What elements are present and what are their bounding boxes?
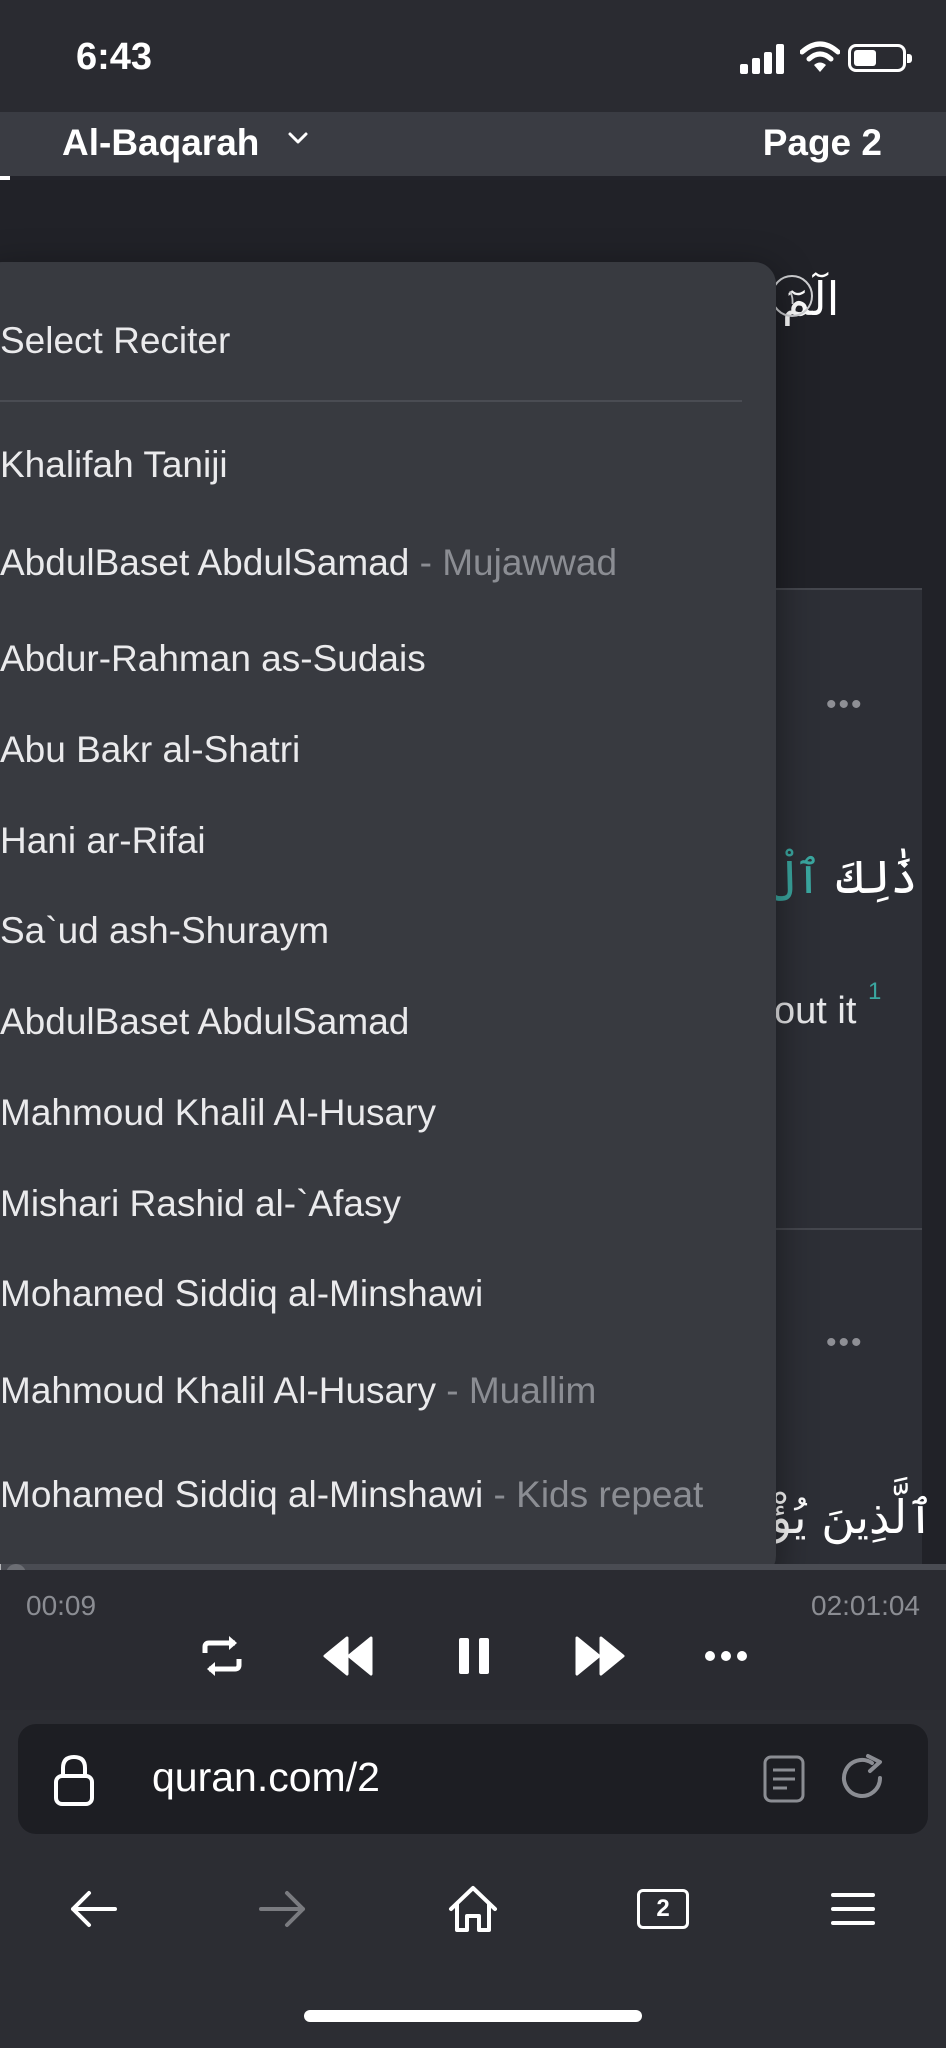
dropdown-title: Select Reciter — [0, 320, 231, 361]
battery-icon — [848, 44, 912, 72]
fast-forward-icon — [575, 1636, 625, 1676]
more-horizontal-icon — [705, 1651, 747, 1661]
chevron-down-icon[interactable] — [286, 126, 310, 150]
reciter-option[interactable]: Mahmoud Khalil Al-Husary — [0, 1092, 436, 1134]
arrow-right-icon — [259, 1891, 305, 1927]
lock-icon — [54, 1754, 94, 1806]
reciter-dropdown: Select Reciter Khalifah Taniji AbdulBase… — [0, 262, 776, 1578]
rewind-icon — [323, 1636, 373, 1676]
verse-card — [770, 590, 922, 1230]
reciter-option[interactable]: Abdur-Rahman as-Sudais — [0, 638, 426, 680]
reciter-option[interactable]: Mohamed Siddiq al-Minshawi — [0, 1273, 483, 1315]
pause-button[interactable] — [446, 1628, 502, 1684]
forward-button[interactable] — [572, 1628, 628, 1684]
time-total: 02:01:04 — [811, 1590, 920, 1621]
status-time: 6:43 — [76, 36, 153, 78]
menu-button[interactable] — [818, 1874, 888, 1944]
tabs-button[interactable]: 2 — [628, 1874, 698, 1944]
tab-count: 2 — [656, 1895, 670, 1922]
dropdown-divider — [0, 400, 742, 402]
reciter-option[interactable]: Mohamed Siddiq al-Minshawi - Kids repeat — [0, 1474, 703, 1516]
verse-3-arabic: ٱلَّذِينَ يُؤْ — [770, 1490, 935, 1544]
verse-2-translation: out it — [774, 990, 857, 1032]
reciter-option[interactable]: Khalifah Taniji — [0, 444, 228, 486]
home-indicator — [304, 2010, 642, 2022]
url-text[interactable]: quran.com/2 — [152, 1754, 380, 1801]
page-number: Page 2 — [762, 122, 882, 163]
verse-more-icon[interactable]: ••• — [826, 1326, 864, 1360]
reader-mode-icon[interactable] — [762, 1754, 806, 1804]
wifi-icon — [800, 41, 840, 72]
player-more-button[interactable] — [698, 1628, 754, 1684]
home-button[interactable] — [438, 1874, 508, 1944]
reciter-option[interactable]: Mahmoud Khalil Al-Husary - Muallim — [0, 1370, 596, 1412]
rewind-button[interactable] — [320, 1628, 376, 1684]
reciter-option[interactable]: AbdulBaset AbdulSamad - Mujawwad — [0, 542, 617, 584]
forward-nav-button[interactable] — [248, 1874, 318, 1944]
reciter-option[interactable]: Hani ar-Rifai — [0, 820, 206, 862]
time-elapsed: 00:09 — [26, 1590, 97, 1621]
svg-text:١: ١ — [787, 285, 798, 309]
pause-icon — [459, 1638, 489, 1674]
reciter-option[interactable]: Abu Bakr al-Shatri — [0, 729, 300, 771]
footnote-marker[interactable]: 1 — [868, 978, 881, 1006]
verse-2-arabic: ذَٰلِكَ ٱلْ — [768, 850, 918, 904]
tabs-icon: 2 — [637, 1889, 689, 1929]
verse-more-icon[interactable]: ••• — [826, 688, 864, 722]
signal-icon — [740, 44, 786, 74]
reciter-option[interactable]: Mishari Rashid al-`Afasy — [0, 1183, 401, 1225]
repeat-icon — [202, 1636, 242, 1676]
surah-header[interactable]: Al-Baqarah Page 2 — [0, 112, 946, 176]
reload-icon[interactable] — [838, 1752, 888, 1804]
reciter-option[interactable]: Sa`ud ash-Shuraym — [0, 910, 329, 952]
audio-player: 00:09 02:01:04 — [0, 1570, 946, 1710]
surah-title[interactable]: Al-Baqarah — [62, 122, 259, 164]
reciter-option[interactable]: AbdulBaset AbdulSamad — [0, 1001, 409, 1043]
menu-icon — [831, 1893, 875, 1925]
arrow-left-icon — [71, 1891, 117, 1927]
home-icon — [449, 1886, 497, 1932]
repeat-button[interactable] — [194, 1628, 250, 1684]
address-bar[interactable]: quran.com/2 — [18, 1724, 928, 1834]
browser-toolbar: quran.com/2 2 — [0, 1710, 946, 2048]
status-bar: 6:43 — [0, 0, 946, 112]
back-button[interactable] — [58, 1874, 128, 1944]
